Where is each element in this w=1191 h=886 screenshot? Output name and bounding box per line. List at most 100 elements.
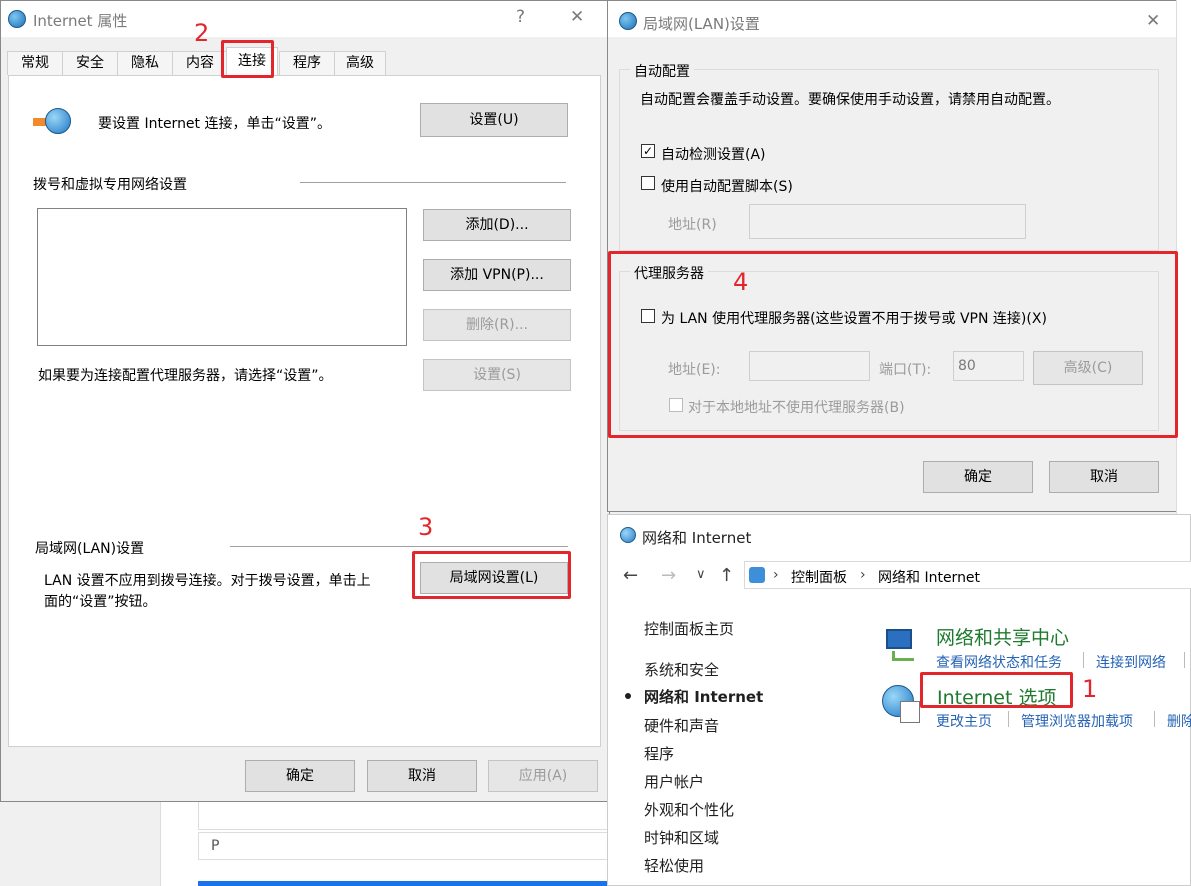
sidebar-item-network[interactable]: 网络和 Internet xyxy=(644,686,763,707)
auto-config-desc: 自动配置会覆盖手动设置。要确保使用手动设置，请禁用自动配置。 xyxy=(640,92,1060,108)
setup-text: 要设置 Internet 连接，单击“设置”。 xyxy=(98,116,331,132)
tab-security[interactable]: 安全 xyxy=(62,51,118,75)
sidebar-home[interactable]: 控制面板主页 xyxy=(644,618,734,639)
proxy-hint: 如果要为连接配置代理服务器，请选择“设置”。 xyxy=(38,368,333,384)
background-input[interactable]: P xyxy=(198,832,618,860)
sidebar-item-system-security[interactable]: 系统和安全 xyxy=(644,659,719,680)
script-address-label: 地址(R) xyxy=(668,217,717,233)
lan-text-line2: 面的“设置”按钮。 xyxy=(44,594,157,610)
sidebar-item-hardware[interactable]: 硬件和声音 xyxy=(644,715,719,736)
tab-content[interactable]: 内容 xyxy=(172,51,228,75)
tab-programs[interactable]: 程序 xyxy=(279,51,335,75)
dialup-heading: 拨号和虚拟专用网络设置 xyxy=(33,177,187,193)
sidebar-item-appearance[interactable]: 外观和个性化 xyxy=(644,799,734,820)
close-icon[interactable]: ✕ xyxy=(1146,11,1160,31)
breadcrumb-network[interactable]: 网络和 Internet xyxy=(878,567,980,587)
background-blue-bar xyxy=(198,881,618,886)
control-panel-window: 网络和 Internet ← → ∨ ↑ › 控制面板 › 网络和 Intern… xyxy=(607,514,1191,886)
sidebar-item-programs[interactable]: 程序 xyxy=(644,743,674,764)
breadcrumb-control-panel[interactable]: 控制面板 xyxy=(791,567,847,587)
tab-label: 常规 xyxy=(21,55,49,71)
control-panel-icon xyxy=(749,567,765,583)
annotation-1: 1 xyxy=(1082,675,1098,703)
script-address-input[interactable] xyxy=(749,204,1026,239)
cable-icon xyxy=(892,651,914,661)
sidebar-item-clock-region[interactable]: 时钟和区域 xyxy=(644,827,719,848)
manage-addons-link[interactable]: 管理浏览器加载项 xyxy=(1021,711,1133,731)
use-script-label: 使用自动配置脚本(S) xyxy=(661,179,793,195)
annotation-3: 3 xyxy=(418,513,434,541)
tab-label: 安全 xyxy=(76,55,104,71)
link-separator xyxy=(1154,711,1155,727)
add-button[interactable]: 添加(D)... xyxy=(423,209,571,241)
view-network-status-link[interactable]: 查看网络状态和任务 xyxy=(936,652,1062,672)
lan-ok-button[interactable]: 确定 xyxy=(923,461,1033,493)
ie-titlebar: Internet 属性 ? ✕ xyxy=(1,1,609,37)
tab-label: 高级 xyxy=(346,55,374,71)
highlight-proxy-group xyxy=(608,251,1178,438)
link-separator xyxy=(1083,652,1084,668)
lan-titlebar: 局域网(LAN)设置 ✕ xyxy=(608,1,1176,37)
sidebar-item-ease-of-access[interactable]: 轻松使用 xyxy=(644,855,704,876)
highlight-connections-tab xyxy=(221,40,274,78)
lan-title: 局域网(LAN)设置 xyxy=(643,15,760,33)
forward-icon[interactable]: → xyxy=(661,565,676,586)
change-homepage-link[interactable]: 更改主页 xyxy=(936,711,992,731)
active-bullet xyxy=(625,693,631,699)
connections-tab-page: 要设置 Internet 连接，单击“设置”。 设置(U) 拨号和虚拟专用网络设… xyxy=(8,75,601,747)
highlight-lan-button xyxy=(412,551,571,599)
remove-button[interactable]: 删除(R)... xyxy=(423,309,571,341)
address-bar[interactable]: › 控制面板 › 网络和 Internet xyxy=(744,561,1191,589)
right-edge-strip xyxy=(1176,0,1191,516)
annotation-2: 2 xyxy=(194,19,210,47)
auto-detect-checkbox[interactable]: ✓ xyxy=(641,144,655,158)
globe-icon xyxy=(619,12,637,30)
globe-icon xyxy=(45,108,71,134)
ok-button[interactable]: 确定 xyxy=(245,760,355,792)
background-row xyxy=(198,800,618,830)
tab-general[interactable]: 常规 xyxy=(7,51,63,75)
connections-listbox[interactable] xyxy=(37,208,407,346)
up-icon[interactable]: ↑ xyxy=(719,565,734,586)
tab-label: 程序 xyxy=(293,55,321,71)
breadcrumb-sep-icon: › xyxy=(773,567,779,583)
internet-properties-dialog: Internet 属性 ? ✕ 常规 安全 隐私 内容 连接 程序 高级 要设置… xyxy=(0,0,610,802)
monitor-icon xyxy=(886,629,912,649)
cp-title: 网络和 Internet xyxy=(642,529,752,547)
add-vpn-button[interactable]: 添加 VPN(P)... xyxy=(423,259,571,291)
cancel-button[interactable]: 取消 xyxy=(367,760,477,792)
use-script-checkbox[interactable] xyxy=(641,176,655,190)
network-center-title[interactable]: 网络和共享中心 xyxy=(936,623,1069,650)
setup-button[interactable]: 设置(U) xyxy=(420,103,568,137)
annotation-4: 4 xyxy=(733,268,749,296)
help-icon[interactable]: ? xyxy=(516,7,525,27)
lan-divider xyxy=(230,546,568,547)
sidebar-item-user-accounts[interactable]: 用户帐户 xyxy=(644,771,704,792)
tab-label: 隐私 xyxy=(131,55,159,71)
connection-wizard-icon xyxy=(33,108,73,136)
close-icon[interactable]: ✕ xyxy=(570,7,584,27)
globe-icon xyxy=(8,10,26,28)
network-sharing-icon xyxy=(884,629,918,663)
tab-advanced[interactable]: 高级 xyxy=(334,51,386,75)
highlight-internet-options xyxy=(920,672,1073,708)
internet-options-icon xyxy=(882,685,922,725)
delete-history-link[interactable]: 删除 xyxy=(1167,711,1191,731)
link-separator xyxy=(1184,652,1185,668)
ie-title: Internet 属性 xyxy=(33,12,128,30)
breadcrumb-sep-icon: › xyxy=(860,567,866,583)
chevron-down-icon[interactable]: ∨ xyxy=(696,567,706,582)
tab-strip: 常规 安全 隐私 内容 连接 程序 高级 xyxy=(7,47,597,77)
auto-detect-label: 自动检测设置(A) xyxy=(661,147,766,163)
apply-button[interactable]: 应用(A) xyxy=(488,760,598,792)
lan-heading: 局域网(LAN)设置 xyxy=(35,541,145,557)
lan-text-line1: LAN 设置不应用到拨号连接。对于拨号设置，单击上 xyxy=(44,573,371,589)
link-separator xyxy=(1008,711,1009,727)
tab-label: 内容 xyxy=(186,55,214,71)
lan-cancel-button[interactable]: 取消 xyxy=(1049,461,1159,493)
connect-to-network-link[interactable]: 连接到网络 xyxy=(1096,652,1166,672)
back-icon[interactable]: ← xyxy=(623,565,638,586)
connection-settings-button[interactable]: 设置(S) xyxy=(423,359,571,391)
dialup-divider xyxy=(300,182,566,183)
tab-privacy[interactable]: 隐私 xyxy=(117,51,173,75)
